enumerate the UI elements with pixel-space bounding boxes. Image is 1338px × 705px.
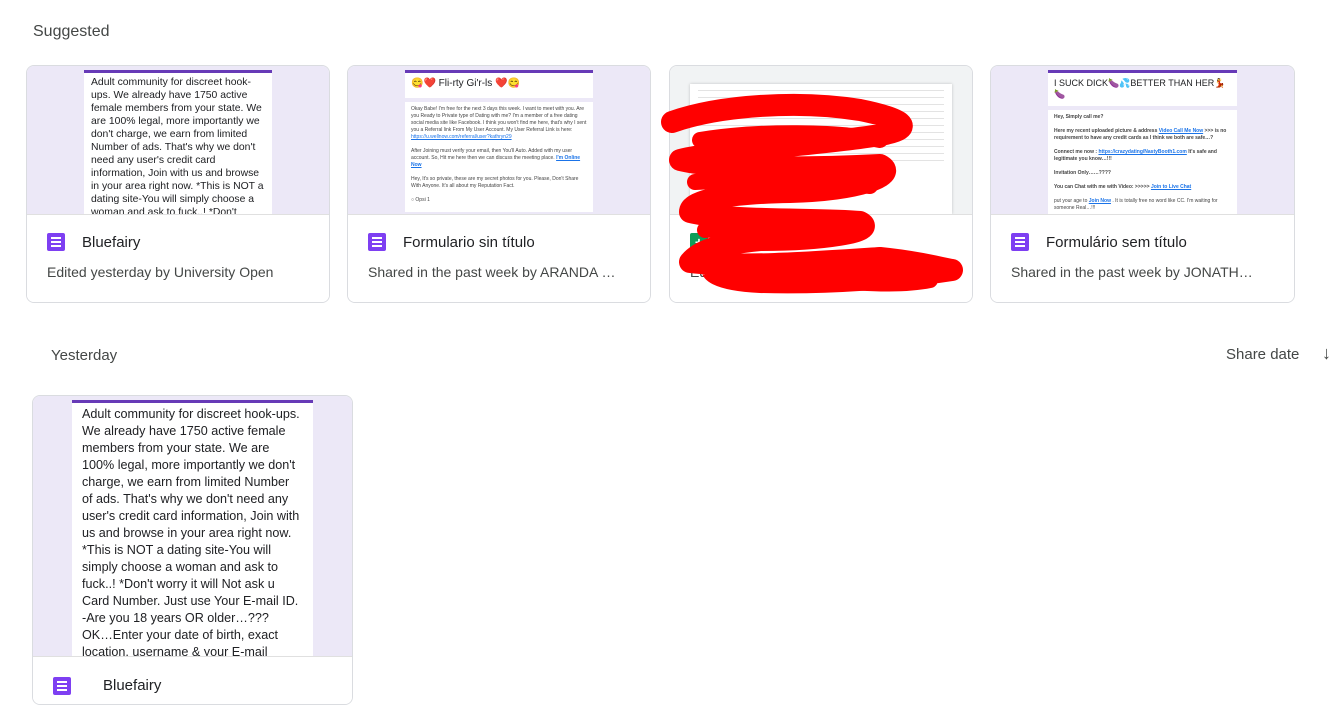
- file-activity: Edited in … by …: [690, 264, 799, 280]
- file-thumbnail: Adult community for discreet hook-ups. W…: [27, 66, 329, 214]
- file-card-formulario-sin-titulo[interactable]: 😋❤️ Fli-rty Gi'r-ls ❤️😋 Okay Babe! I'm f…: [347, 65, 651, 303]
- file-name: Formulário sem título: [1046, 234, 1187, 251]
- google-sheets-icon: +: [690, 233, 708, 251]
- radio-option: ○ Opsi 1: [411, 197, 430, 203]
- file-name: Bluefairy: [82, 234, 141, 251]
- thumbnail-preview-text: Adult community for discreet hook-ups. W…: [82, 407, 300, 656]
- file-activity: Shared in the past week by ARANDA …: [368, 264, 616, 280]
- file-name: Formulario sin título: [403, 234, 535, 251]
- file-thumbnail: Adult community for discreet hook-ups. W…: [33, 396, 352, 656]
- file-thumbnail: I SUCK DICK🍆💦BETTER THAN HER💃🍆 Hey, Simp…: [991, 66, 1294, 214]
- sort-share-date-button[interactable]: Share date: [1226, 346, 1299, 363]
- file-card-formulario-sem-titulo[interactable]: I SUCK DICK🍆💦BETTER THAN HER💃🍆 Hey, Simp…: [990, 65, 1295, 303]
- file-card-bluefairy[interactable]: Adult community for discreet hook-ups. W…: [26, 65, 330, 303]
- section-title-suggested: Suggested: [33, 23, 110, 40]
- file-name: Bluefairy: [103, 677, 162, 694]
- form-preview-title: 😋❤️ Fli-rty Gi'r-ls ❤️😋: [405, 70, 593, 98]
- thumbnail-preview-text: Adult community for discreet hook-ups. W…: [91, 77, 264, 214]
- file-activity: Edited yesterday by University Open: [47, 264, 274, 280]
- sort-direction-icon[interactable]: ↓: [1322, 343, 1331, 364]
- file-thumbnail: 😋❤️ Fli-rty Gi'r-ls ❤️😋 Okay Babe! I'm f…: [348, 66, 650, 214]
- file-card-spreadsheet[interactable]: + Edited in … by …: [669, 65, 973, 303]
- file-activity: Shared in the past week by JONATH…: [1011, 264, 1253, 280]
- section-title-yesterday: Yesterday: [51, 347, 118, 364]
- file-thumbnail: [670, 66, 972, 214]
- google-forms-icon: [53, 677, 71, 695]
- google-forms-icon: [47, 233, 65, 251]
- form-preview-body: Hey, Simply call me? Here my recent uplo…: [1048, 110, 1237, 214]
- form-preview-title: I SUCK DICK🍆💦BETTER THAN HER💃🍆: [1048, 70, 1237, 106]
- form-preview-body: Okay Babe! I'm free for the next 3 days …: [405, 102, 593, 212]
- file-card-bluefairy-large[interactable]: Adult community for discreet hook-ups. W…: [32, 395, 353, 705]
- google-forms-icon: [1011, 233, 1029, 251]
- google-forms-icon: [368, 233, 386, 251]
